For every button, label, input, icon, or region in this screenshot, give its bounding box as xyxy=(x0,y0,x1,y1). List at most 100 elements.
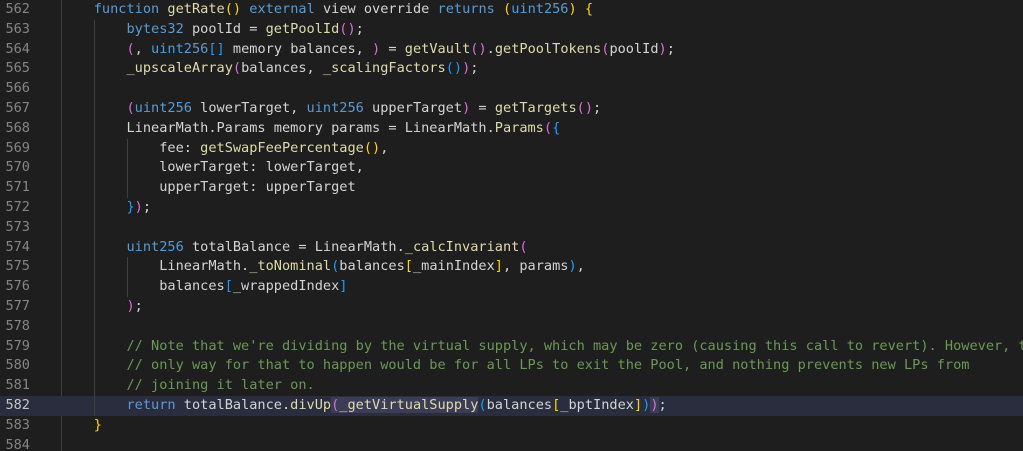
code-token: divUp xyxy=(290,396,332,413)
code-token: ( xyxy=(503,1,512,17)
code-token: LinearMath. xyxy=(61,258,250,275)
code-line[interactable]: 578 xyxy=(0,316,1023,337)
indent-guide xyxy=(93,316,95,337)
code-token: [] xyxy=(208,40,225,57)
code-line[interactable]: 564 (, uint256[] memory balances, ) = ge… xyxy=(0,39,1023,60)
code-token: _calcInvariant xyxy=(404,238,520,255)
code-line[interactable]: 579 // Note that we're dividing by the v… xyxy=(0,336,1023,357)
indent-guide xyxy=(93,356,95,377)
code-token: getVault xyxy=(404,40,471,57)
line-number: 573 xyxy=(5,218,30,235)
code-token: // joining it later on. xyxy=(126,377,315,394)
code-text: // Note that we're dividing by the virtu… xyxy=(61,337,1023,357)
code-line[interactable]: 562 function getRate() external view ove… xyxy=(0,0,1023,20)
code-line[interactable]: 563 bytes32 poolId = getPoolId(); xyxy=(0,19,1023,40)
code-token: totalBalance. xyxy=(175,396,291,413)
code-token: LinearMath.Params memory params = Linear… xyxy=(61,119,495,136)
indent-guide xyxy=(93,178,95,198)
code-token: balances xyxy=(61,278,225,295)
code-line[interactable]: 582 return totalBalance.divUp (_getVirtua… xyxy=(0,395,1023,416)
code-line[interactable]: 569 fee: getSwapFeePercentage(), xyxy=(0,138,1023,159)
indent-guide xyxy=(126,257,128,278)
code-line[interactable]: 573 xyxy=(0,217,1023,238)
code-line[interactable]: 574 uint256 totalBalance = LinearMath._c… xyxy=(0,237,1023,258)
code-line[interactable]: 577 ); xyxy=(0,296,1023,317)
code-token: balances xyxy=(486,396,553,413)
code-text: }); xyxy=(61,198,151,218)
code-line[interactable]: 580 // only way for that to happen would… xyxy=(0,356,1023,377)
code-line[interactable]: 571 upperTarget: upperTarget xyxy=(0,178,1023,198)
code-text: // joining it later on. xyxy=(61,376,315,396)
code-text: uint256 totalBalance = LinearMath._calcI… xyxy=(61,238,528,258)
code-token: { xyxy=(552,119,561,136)
code-token: ( xyxy=(126,99,135,116)
code-token: ( xyxy=(519,238,528,255)
line-number: 565 xyxy=(5,60,30,77)
code-line[interactable]: 566 xyxy=(0,79,1023,99)
code-token: ( xyxy=(543,119,553,136)
code-token: external xyxy=(249,1,315,17)
code-token: ] xyxy=(494,258,503,275)
code-text: LinearMath._toNominal(balances[_mainInde… xyxy=(61,257,585,277)
indent-guide xyxy=(93,217,95,238)
code-text: balances[_wrappedIndex] xyxy=(61,277,347,297)
code-token: ) xyxy=(134,198,143,215)
line-number: 580 xyxy=(5,357,30,374)
code-token: ; xyxy=(658,396,667,413)
code-token: uint256 xyxy=(126,238,184,255)
indent-guide xyxy=(93,376,95,396)
code-token: memory balances, xyxy=(224,40,373,57)
indent-guide xyxy=(93,118,95,139)
code-token: poolId = xyxy=(183,20,266,37)
code-token: _scalingFactors xyxy=(322,60,446,77)
line-number: 583 xyxy=(5,416,30,433)
code-token: _wrappedIndex xyxy=(232,278,340,295)
code-text: LinearMath.Params memory params = Linear… xyxy=(61,119,560,139)
code-line[interactable]: 565 _upscaleArray(balances, _scalingFact… xyxy=(0,59,1023,80)
code-editor[interactable]: 562 function getRate() external view ove… xyxy=(0,0,1023,451)
code-token: uint256 xyxy=(151,40,209,57)
code-line[interactable]: 575 LinearMath._toNominal(balances[_main… xyxy=(0,257,1023,278)
code-token: [ xyxy=(404,258,413,275)
code-token: ( xyxy=(478,396,487,413)
code-token: ; xyxy=(666,40,675,57)
code-token: totalBalance = LinearMath. xyxy=(183,238,405,255)
code-line[interactable]: 567 (uint256 lowerTarget, uint256 upperT… xyxy=(0,98,1023,119)
code-line[interactable]: 581 // joining it later on. xyxy=(0,376,1023,396)
code-text: return totalBalance.divUp (_getVirtualSup… xyxy=(61,396,667,416)
indent-guide xyxy=(93,395,95,416)
code-line[interactable]: 568 LinearMath.Params memory params = Li… xyxy=(0,118,1023,139)
indent-guide xyxy=(93,257,95,278)
line-number: 572 xyxy=(5,198,30,215)
code-token: upperTarget xyxy=(363,99,463,116)
code-token: ; xyxy=(142,198,152,215)
code-text: _upscaleArray(balances, _scalingFactors(… xyxy=(61,59,478,79)
indent-guide xyxy=(93,296,95,317)
code-line[interactable]: 572 }); xyxy=(0,197,1023,218)
code-token: } xyxy=(126,198,135,215)
code-line[interactable]: 584 xyxy=(0,436,1023,451)
code-token: , params xyxy=(502,258,569,275)
code-token: . xyxy=(486,40,495,57)
code-token: = xyxy=(380,40,405,57)
line-number: 571 xyxy=(5,179,30,196)
code-token: ) xyxy=(126,297,135,314)
code-token: () xyxy=(576,99,594,116)
code-token: ) xyxy=(372,40,381,57)
code-text: fee: getSwapFeePercentage(), xyxy=(61,139,388,159)
code-line[interactable]: 570 lowerTarget: lowerTarget, xyxy=(0,158,1023,179)
code-token: fee: xyxy=(61,139,201,156)
code-token: getSwapFeePercentage xyxy=(200,139,364,156)
code-token: () xyxy=(470,40,487,57)
indent-guide xyxy=(93,197,95,218)
code-token: _getVirtualSupply xyxy=(339,396,479,413)
code-token: uint256 xyxy=(306,99,364,116)
code-line[interactable]: 576 balances[_wrappedIndex] xyxy=(0,277,1023,297)
indent-guide xyxy=(93,79,95,99)
code-line[interactable]: 583 } xyxy=(0,416,1023,436)
code-token: , xyxy=(380,139,389,156)
code-token: uint256 xyxy=(511,1,569,17)
code-token: ) xyxy=(658,40,667,57)
code-token: = xyxy=(470,99,495,116)
